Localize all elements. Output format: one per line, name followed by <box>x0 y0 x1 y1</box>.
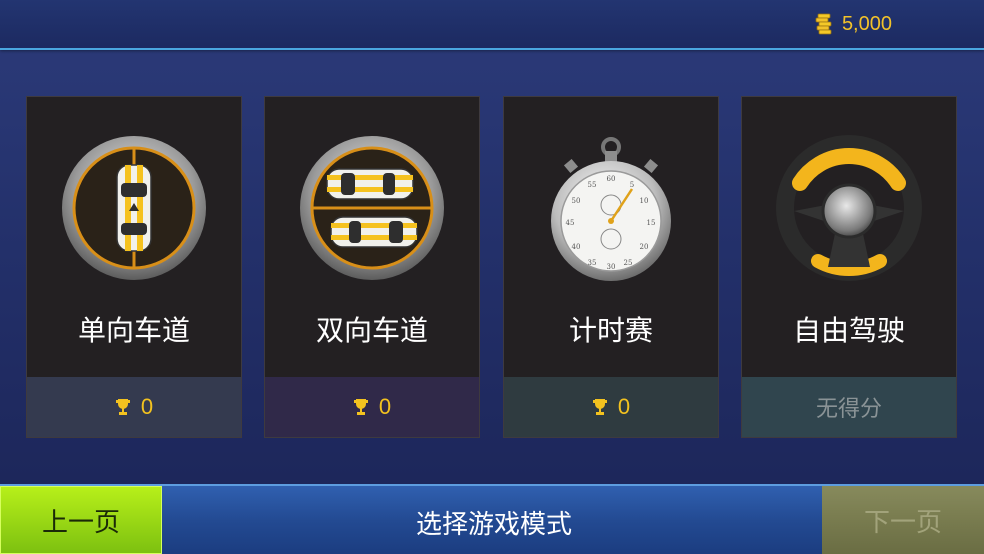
svg-text:60: 60 <box>607 175 616 183</box>
svg-text:20: 20 <box>640 243 649 251</box>
next-page-button[interactable]: 下一页 <box>822 486 984 554</box>
svg-text:10: 10 <box>640 197 649 205</box>
svg-text:35: 35 <box>588 259 597 267</box>
svg-text:15: 15 <box>647 219 656 227</box>
mode-card-one-way[interactable]: 单向车道 0 <box>26 96 242 438</box>
mode-score: 无得分 <box>742 377 956 437</box>
two-way-lane-icon <box>300 136 444 280</box>
prev-page-button[interactable]: 上一页 <box>0 486 162 554</box>
steering-wheel-icon <box>776 135 922 281</box>
mode-card-two-way[interactable]: 双向车道 0 <box>264 96 480 438</box>
mode-card-time-trial[interactable]: 60 10 15 20 25 30 35 40 45 50 55 5 计时赛 0 <box>503 96 719 438</box>
trophy-icon <box>115 399 130 415</box>
mode-title: 单向车道 <box>77 314 190 347</box>
svg-text:45: 45 <box>566 219 575 227</box>
coin-balance: 5,000 <box>814 12 892 36</box>
svg-text:30: 30 <box>607 263 616 271</box>
trophy-icon <box>353 399 368 415</box>
mode-score: 0 <box>27 377 241 437</box>
one-way-lane-icon <box>62 136 206 280</box>
mode-title: 双向车道 <box>315 314 428 347</box>
svg-text:40: 40 <box>572 243 581 251</box>
top-bar: 5,000 <box>0 0 984 50</box>
svg-text:5: 5 <box>630 181 634 189</box>
coin-amount: 5,000 <box>841 12 892 35</box>
mode-title: 计时赛 <box>568 314 653 347</box>
svg-text:25: 25 <box>624 259 633 267</box>
mode-title: 自由驾驶 <box>792 314 905 347</box>
mode-card-free-drive[interactable]: 自由驾驶 无得分 <box>741 96 957 438</box>
svg-text:55: 55 <box>588 181 597 189</box>
mode-score: 0 <box>504 377 718 437</box>
coin-stack-icon <box>815 13 832 35</box>
mode-score: 0 <box>265 377 479 437</box>
trophy-icon <box>592 399 607 415</box>
page-title: 选择游戏模式 <box>415 510 572 540</box>
svg-text:50: 50 <box>572 197 581 205</box>
stopwatch-icon: 601015 202530 354045 5055 5 <box>551 137 671 281</box>
